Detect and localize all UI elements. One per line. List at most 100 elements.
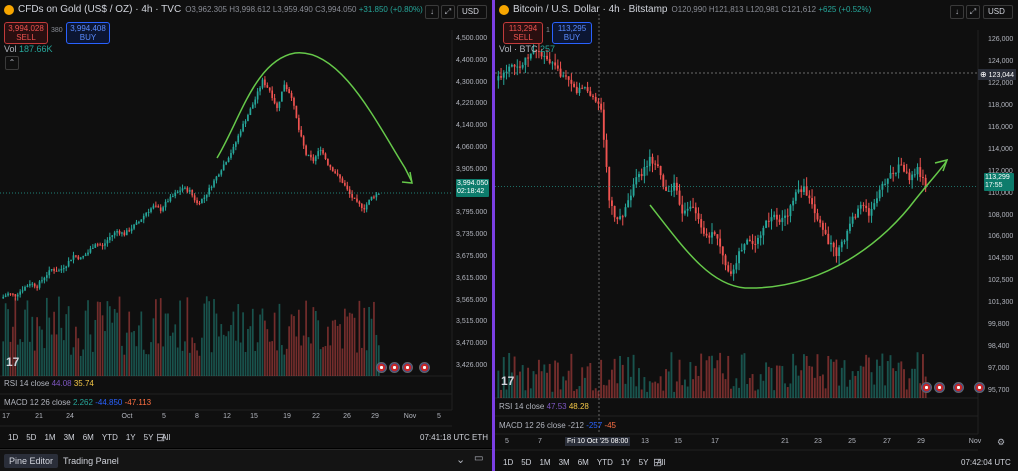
gold-session-toggle[interactable]: ETH bbox=[472, 433, 488, 442]
volume-bar bbox=[786, 387, 789, 398]
btc-timeframe-1y[interactable]: 1Y bbox=[621, 458, 631, 467]
btc-timeframe-1d[interactable]: 1D bbox=[503, 458, 513, 467]
btc-timeframe-6m[interactable]: 6M bbox=[578, 458, 589, 467]
candle-body bbox=[619, 216, 621, 220]
volume-bar bbox=[341, 348, 344, 376]
candle-body bbox=[317, 151, 320, 157]
gold-chart-panel[interactable]: CFDs on Gold (US$ / OZ) · 4h · TVC O3,96… bbox=[0, 0, 492, 448]
candle-body bbox=[616, 217, 619, 220]
btc-sell-button[interactable]: 113,294 SELL bbox=[503, 22, 543, 44]
btc-timeframe-1m[interactable]: 1M bbox=[539, 458, 550, 467]
candle-body bbox=[894, 172, 897, 174]
gold-sell-button[interactable]: 3,994.028 SELL bbox=[4, 22, 48, 44]
gold-date-tick: 5 bbox=[437, 413, 441, 420]
btc-macd-legend[interactable]: MACD 12 26 close -212 -257 -45 bbox=[499, 421, 616, 430]
btc-timeframe-bar[interactable]: 1D 5D 1M 3M 6M YTD 1Y 5Y All bbox=[503, 458, 665, 467]
us-flag-icon[interactable] bbox=[921, 382, 932, 393]
gold-buy-button[interactable]: 3,994.408 BUY bbox=[66, 22, 110, 44]
volume-bar bbox=[331, 320, 334, 376]
gold-change: +31.850 (+0.80%) bbox=[358, 5, 423, 14]
volume-bar bbox=[784, 383, 786, 398]
us-flag-icon[interactable] bbox=[402, 362, 413, 373]
btc-currency-select[interactable]: USD bbox=[983, 5, 1013, 19]
btc-sell-label: SELL bbox=[513, 33, 533, 42]
gold-rsi-legend[interactable]: RSI 14 close 44.08 35.74 bbox=[4, 379, 94, 388]
date-range-icon[interactable]: ⊟ bbox=[653, 456, 662, 469]
gold-timeframe-1y[interactable]: 1Y bbox=[126, 433, 136, 442]
volume-bar bbox=[133, 330, 135, 376]
volume-bar bbox=[196, 350, 198, 376]
us-flag-icon[interactable] bbox=[934, 382, 945, 393]
date-range-icon[interactable]: ⊟ bbox=[156, 431, 165, 444]
volume-bar bbox=[748, 377, 751, 398]
gold-title[interactable]: CFDs on Gold (US$ / OZ) · 4h · TVC bbox=[18, 4, 181, 15]
volume-bar bbox=[96, 301, 99, 376]
maximize-panel-icon[interactable]: ▭ bbox=[474, 453, 483, 464]
candle-body bbox=[84, 254, 87, 257]
gold-timeframe-6m[interactable]: 6M bbox=[83, 433, 94, 442]
gold-fullscreen-icon[interactable]: ⤢ bbox=[441, 5, 455, 19]
us-flag-icon[interactable] bbox=[974, 382, 985, 393]
volume-bar bbox=[319, 349, 322, 376]
gold-timeframe-ytd[interactable]: YTD bbox=[102, 433, 118, 442]
volume-bar bbox=[567, 370, 570, 398]
gold-download-icon[interactable]: ↓ bbox=[425, 5, 439, 19]
candle-body bbox=[77, 256, 80, 260]
gold-event-flags[interactable] bbox=[376, 362, 430, 373]
volume-bar bbox=[713, 368, 716, 398]
btc-event-flags[interactable] bbox=[921, 382, 985, 393]
trading-panel-tab[interactable]: Trading Panel bbox=[58, 454, 124, 468]
volume-bar bbox=[762, 380, 765, 398]
candle-body bbox=[746, 239, 749, 245]
btc-download-icon[interactable]: ↓ bbox=[950, 5, 964, 19]
gold-low: L3,959.490 bbox=[272, 5, 313, 14]
us-flag-icon[interactable] bbox=[953, 382, 964, 393]
btc-fullscreen-icon[interactable]: ⤢ bbox=[966, 5, 980, 19]
candle-body bbox=[375, 194, 378, 198]
gold-timeframe-1m[interactable]: 1M bbox=[44, 433, 55, 442]
candle-body bbox=[213, 180, 215, 187]
collapse-legend-icon[interactable]: ⌃ bbox=[5, 56, 19, 70]
volume-bar bbox=[700, 353, 703, 398]
volume-bar bbox=[535, 374, 538, 398]
btc-buy-button[interactable]: 113,295 BUY bbox=[552, 22, 592, 44]
btc-chart-panel[interactable]: Bitcoin / U.S. Dollar · 4h · Bitstamp O1… bbox=[495, 0, 1018, 471]
gold-timeframe-5d[interactable]: 5D bbox=[26, 433, 36, 442]
btc-timeframe-ytd[interactable]: YTD bbox=[597, 458, 613, 467]
us-flag-icon[interactable] bbox=[376, 362, 387, 373]
gold-currency-select[interactable]: USD bbox=[457, 5, 487, 19]
btc-volume-value: 257 bbox=[540, 44, 556, 54]
candle-body bbox=[251, 104, 254, 109]
btc-clock[interactable]: 07:42:04 UTC bbox=[961, 458, 1011, 467]
candle-body bbox=[921, 177, 924, 179]
btc-candlestick-chart[interactable] bbox=[495, 0, 1018, 471]
gold-macd-legend[interactable]: MACD 12 26 close 2.262 -44.850 -47.113 bbox=[4, 398, 151, 407]
candle-body bbox=[254, 99, 257, 105]
btc-title[interactable]: Bitcoin / U.S. Dollar · 4h · Bitstamp bbox=[513, 4, 668, 15]
volume-bar bbox=[322, 347, 324, 376]
gold-clock[interactable]: 07:41:18 UTC bbox=[420, 433, 470, 442]
volume-bar bbox=[635, 386, 638, 398]
gold-timeframe-1d[interactable]: 1D bbox=[8, 433, 18, 442]
btc-timeframe-5y[interactable]: 5Y bbox=[639, 458, 649, 467]
settings-gear-icon[interactable]: ⚙ bbox=[997, 437, 1005, 448]
btc-rsi-legend[interactable]: RSI 14 close 47.53 48.28 bbox=[499, 402, 589, 411]
gold-timeframe-bar[interactable]: 1D 5D 1M 3M 6M YTD 1Y 5Y All bbox=[8, 433, 170, 442]
us-flag-icon[interactable] bbox=[389, 362, 400, 373]
candle-body bbox=[305, 145, 307, 155]
volume-bar bbox=[264, 320, 266, 376]
candle-body bbox=[773, 214, 776, 218]
candle-body bbox=[738, 251, 740, 264]
chevron-down-icon[interactable]: ⌄ bbox=[456, 453, 465, 466]
btc-timeframe-5d[interactable]: 5D bbox=[521, 458, 531, 467]
volume-bar bbox=[99, 302, 101, 376]
candle-body bbox=[721, 246, 724, 256]
volume-bar bbox=[659, 376, 662, 398]
pine-editor-tab[interactable]: Pine Editor bbox=[4, 454, 59, 468]
gold-macd-signal: -47.113 bbox=[124, 398, 152, 407]
gold-timeframe-3m[interactable]: 3M bbox=[64, 433, 75, 442]
btc-timeframe-3m[interactable]: 3M bbox=[559, 458, 570, 467]
gold-timeframe-5y[interactable]: 5Y bbox=[144, 433, 154, 442]
us-flag-icon[interactable] bbox=[419, 362, 430, 373]
plus-icon[interactable]: ⊕ bbox=[980, 70, 987, 79]
